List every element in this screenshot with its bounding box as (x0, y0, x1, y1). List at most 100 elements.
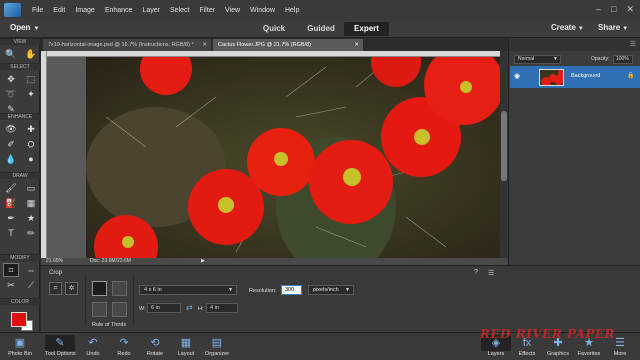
custom-shape-icon[interactable]: ★ (23, 211, 39, 225)
doc-tab-title: 7x10-horizontal-image.psd @ 16.7% (Instr… (48, 42, 194, 48)
open-button[interactable]: Open ▼ (10, 23, 39, 32)
opacity-label: Opacity: (591, 56, 610, 62)
swap-dimensions-icon[interactable]: ⇄ (186, 303, 193, 312)
foreground-color-swatch[interactable] (11, 312, 27, 327)
menu-help[interactable]: Help (280, 7, 304, 14)
canvas-area[interactable] (41, 51, 506, 258)
content-aware-move-icon[interactable]: ✂ (3, 278, 19, 292)
undo-icon: ↶ (88, 337, 98, 349)
eraser-tool-icon[interactable]: ▭ (23, 181, 39, 195)
options-menu-icon[interactable]: ☰ (488, 269, 494, 277)
overlay-thirds-button[interactable] (112, 281, 127, 296)
overlay-label: Rule of Thirds (92, 322, 127, 328)
recompose-tool-icon[interactable]: ⇔ (23, 263, 39, 277)
menu-window[interactable]: Window (245, 7, 280, 14)
minimize-icon[interactable]: – (596, 4, 601, 15)
menu-file[interactable]: File (27, 7, 48, 14)
tab-expert[interactable]: Expert (344, 22, 389, 36)
tab-guided[interactable]: Guided (303, 22, 339, 36)
vertical-scrollbar[interactable] (500, 51, 508, 258)
menu-image[interactable]: Image (70, 7, 99, 14)
task-label: Layout (177, 351, 195, 357)
organizer-button[interactable]: ▤ Organizer (202, 335, 232, 360)
layer-thumbnail (539, 69, 564, 86)
panel-menu-icon[interactable]: ☰ (630, 40, 636, 48)
tab-quick[interactable]: Quick (255, 22, 293, 36)
menu-enhance[interactable]: Enhance (100, 7, 138, 14)
clone-stamp-icon[interactable]: ⛭ (23, 137, 39, 151)
menu-bar: File Edit Image Enhance Layer Select Fil… (0, 0, 640, 20)
lasso-tool-icon[interactable]: ➰ (3, 87, 19, 101)
magic-wand-icon[interactable]: ✦ (23, 87, 39, 101)
menu-layer[interactable]: Layer (137, 7, 165, 14)
tool-options-title: Crop (49, 270, 63, 276)
maximize-icon[interactable]: □ (611, 4, 616, 15)
hand-tool-icon[interactable]: ✋ (23, 47, 39, 61)
resolution-field[interactable]: 300 (281, 285, 302, 295)
task-label: Photo Bin (8, 351, 32, 357)
brush-tool-icon[interactable]: 🖌 (3, 181, 19, 195)
resolution-unit-value: pixels/inch (313, 287, 339, 293)
close-icon[interactable]: ✕ (202, 39, 207, 51)
menu-edit[interactable]: Edit (48, 7, 70, 14)
smart-brush-icon[interactable]: ✐ (3, 137, 19, 151)
doc-tab[interactable]: 7x10-horizontal-image.psd @ 16.7% (Instr… (43, 39, 211, 51)
overlay-golden-button[interactable] (112, 302, 127, 317)
spot-healing-icon[interactable]: ✚ (23, 122, 39, 136)
blend-mode-select[interactable]: Normal ▼ (514, 55, 561, 64)
sponge-tool-icon[interactable]: ● (23, 152, 39, 166)
close-icon[interactable]: ✕ (354, 39, 359, 51)
crop-preset-select[interactable]: 4 x 6 in ▼ (139, 285, 237, 295)
marquee-tool-icon[interactable]: ⬚ (23, 72, 39, 86)
section-label: VIEW (0, 38, 40, 45)
share-button[interactable]: Share ▼ (598, 23, 628, 32)
paint-bucket-icon[interactable]: ⛽ (3, 196, 19, 210)
crop-tool-icon[interactable]: ⌗ (49, 282, 62, 295)
document-tabs: 7x10-horizontal-image.psd @ 16.7% (Instr… (41, 38, 508, 51)
height-field[interactable]: 4 in (206, 303, 238, 313)
status-menu-icon[interactable]: ▶ (201, 258, 205, 265)
gradient-tool-icon[interactable]: ▦ (23, 196, 39, 210)
crop-tool-icon[interactable]: ⌗ (3, 263, 19, 277)
tool-section-color: COLOR (0, 298, 40, 305)
layer-row-background[interactable]: ◉ Background 🔒 (510, 66, 640, 88)
straighten-tool-icon[interactable]: ⟋ (23, 278, 39, 292)
undo-button[interactable]: ↶ Undo (78, 335, 108, 360)
overlay-grid-button[interactable] (92, 281, 107, 296)
move-tool-icon[interactable]: ✥ (3, 72, 19, 86)
overlay-none-button[interactable] (92, 302, 107, 317)
photo-bin-button[interactable]: ▣ Photo Bin (5, 335, 35, 360)
menu-view[interactable]: View (220, 7, 245, 14)
close-icon[interactable]: ✕ (626, 4, 634, 15)
blur-tool-icon[interactable]: 💧 (3, 152, 19, 166)
zoom-tool-icon[interactable]: 🔍 (3, 47, 19, 61)
photo-image (86, 51, 506, 258)
menu-select[interactable]: Select (165, 7, 194, 14)
doc-tab-title: Cactus Flower.JPG @ 21.7% (RGB/8) (218, 42, 312, 48)
doc-tab-active[interactable]: Cactus Flower.JPG @ 21.7% (RGB/8) ✕ (213, 39, 363, 51)
tool-section-view: VIEW 🔍 ✋ (0, 38, 40, 63)
photoshop-elements-window: File Edit Image Enhance Layer Select Fil… (0, 0, 640, 360)
perspective-crop-icon[interactable]: ✲ (65, 282, 78, 295)
type-tool-icon[interactable]: T (3, 226, 19, 240)
resolution-unit-select[interactable]: pixels/inch ▼ (308, 285, 354, 295)
chevron-down-icon: ▼ (577, 26, 584, 32)
tool-options-button[interactable]: ✎ Tool Options (45, 335, 76, 360)
pencil-tool-icon[interactable]: ✏ (23, 226, 39, 240)
rotate-button[interactable]: ⟲ Rotate (140, 335, 170, 360)
cactus-flower-photo[interactable] (86, 51, 506, 258)
menu-filter[interactable]: Filter (194, 7, 220, 14)
layers-panel: ☰ Normal ▼ Opacity: 100% ◉ Background 🔒 (508, 38, 640, 265)
opacity-field[interactable]: 100% (613, 55, 633, 64)
redo-button[interactable]: ↷ Redo (109, 335, 139, 360)
redo-icon: ↷ (119, 337, 129, 349)
help-icon[interactable]: ? (474, 269, 478, 276)
width-field[interactable]: 6 in (147, 303, 181, 313)
task-label: Rotate (146, 351, 164, 357)
scroll-thumb[interactable] (501, 111, 507, 181)
create-button[interactable]: Create ▼ (551, 23, 584, 32)
red-eye-icon[interactable]: 👁 (3, 122, 19, 136)
layout-button[interactable]: ▦ Layout (171, 335, 201, 360)
eyedropper-icon[interactable]: ✒ (3, 211, 19, 225)
visibility-eye-icon[interactable]: ◉ (514, 72, 520, 80)
